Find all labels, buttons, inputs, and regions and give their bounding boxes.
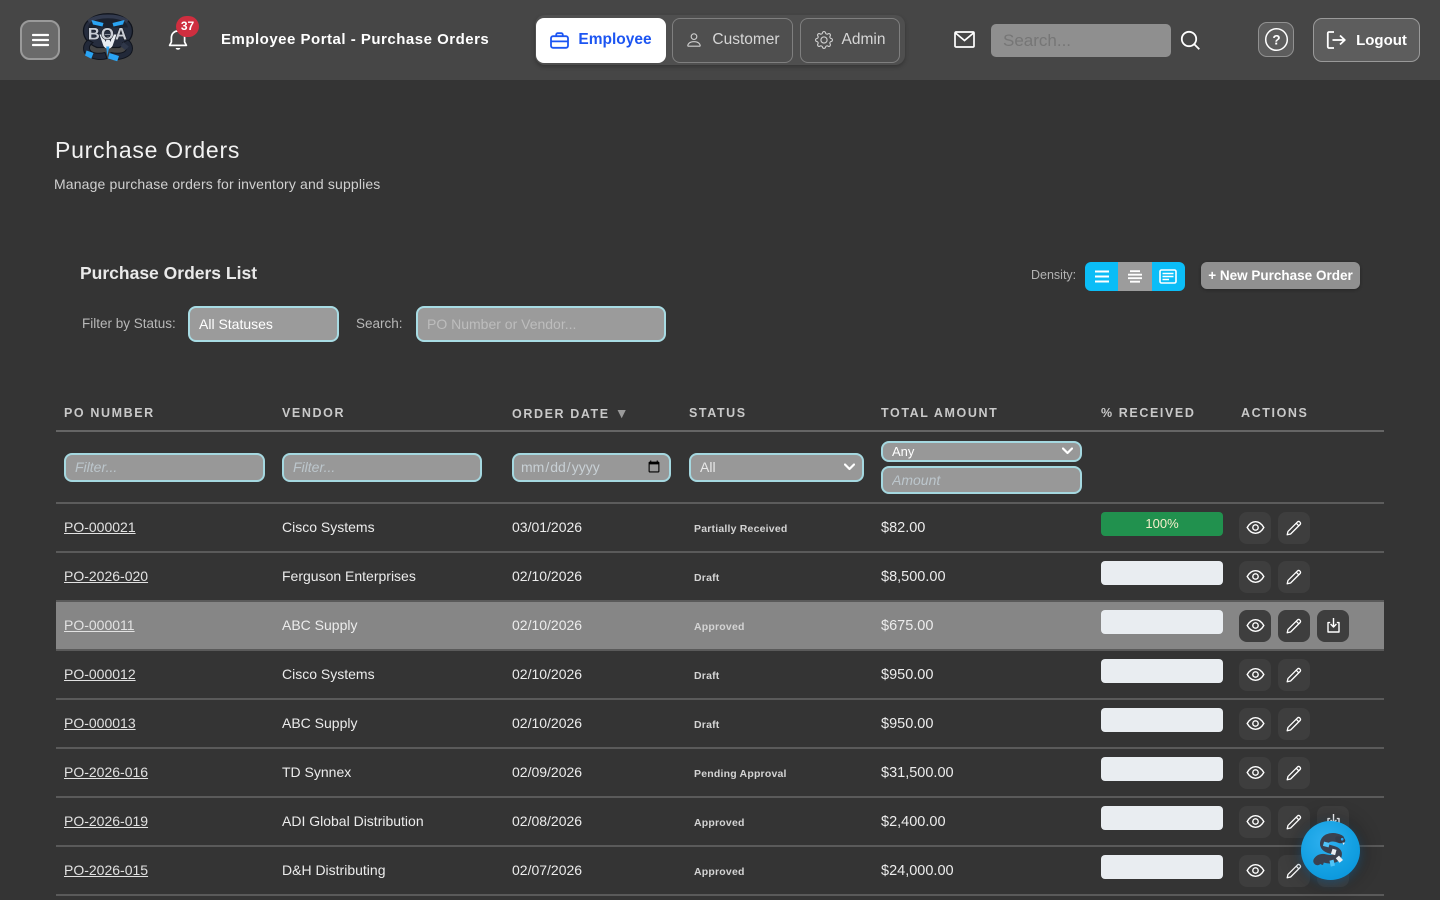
svg-text:?: ?	[1272, 32, 1280, 47]
svg-text:BOA: BOA	[88, 26, 128, 44]
